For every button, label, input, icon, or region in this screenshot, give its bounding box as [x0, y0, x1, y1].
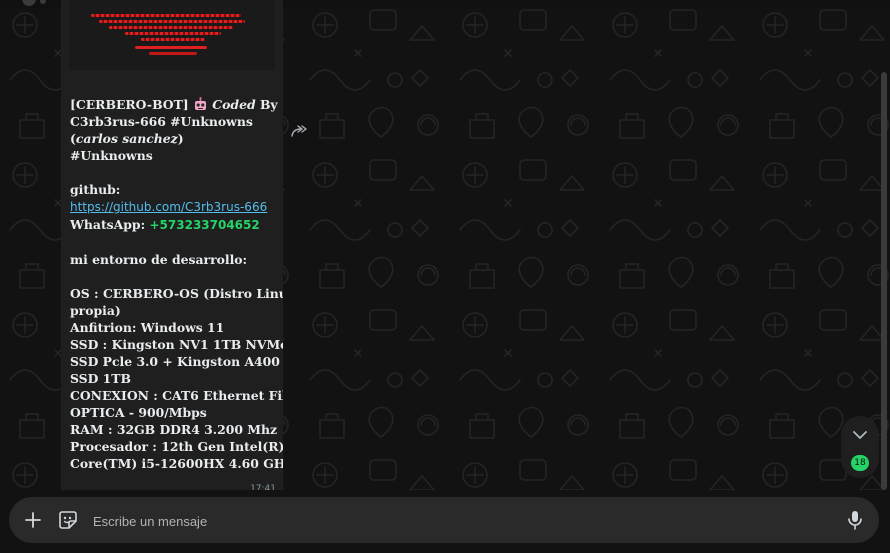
message-line: Anfitrion: Windows 11	[70, 319, 278, 336]
line-text: Anfitrion: Windows 11	[70, 320, 225, 335]
plus-icon[interactable]	[21, 508, 45, 532]
github-link[interactable]: https://github.com/C3rb3rus-666	[70, 200, 267, 214]
message-line: [CERBERO-BOT] Coded By	[70, 96, 278, 113]
message-line: SSD 1TB	[70, 370, 278, 387]
message-line: RAM : 32GB DDR4 3.200 Mhz	[70, 421, 278, 438]
message-line: SSD Pcle 3.0 + Kingston A400	[70, 353, 280, 370]
message-line: SSD : Kingston NV1 1TB NVMe	[70, 336, 283, 353]
message-line: WhatsApp: +573233704652	[70, 216, 278, 234]
line-text: )	[177, 131, 184, 146]
unread-count-badge: 18	[851, 455, 869, 471]
message-line: https://github.com/C3rb3rus-666	[70, 198, 278, 216]
line-text: Core(TM) i5-12600HX 4.60 GHz	[70, 456, 283, 471]
message-line: mi entorno de desarrollo:	[70, 251, 278, 268]
chat-scrollbar[interactable]	[881, 72, 887, 490]
line-text: Procesador : 12th Gen Intel(R)	[70, 439, 283, 454]
message-bubble[interactable]: [CERBERO-BOT] Coded By C3rb3rus-666 #Unkn…	[61, 0, 283, 500]
line-text: RAM : 32GB DDR4 3.200 Mhz	[70, 422, 278, 437]
message-line: OPTICA - 900/Mbps	[70, 404, 278, 421]
chat-background: [CERBERO-BOT] Coded By C3rb3rus-666 #Unkn…	[0, 0, 890, 553]
line-text: WhatsApp:	[70, 217, 150, 232]
message-image-banner[interactable]	[69, 0, 275, 70]
message-line: github:	[70, 181, 278, 198]
line-text: #Unknowns	[70, 148, 153, 163]
line-text: C3rb3rus-666 #Unknowns	[70, 114, 253, 129]
line-text: OPTICA - 900/Mbps	[70, 405, 207, 420]
line-text: CONEXION : CAT6 Ethernet Fibra	[70, 388, 283, 403]
italic-text: carlos sanchez	[75, 131, 178, 146]
line-text: By	[255, 97, 278, 112]
message-line: OS : CERBERO-OS (Distro Linux	[70, 285, 283, 302]
line-text: OS : CERBERO-OS (Distro Linux	[70, 286, 283, 301]
forward-icon[interactable]	[291, 124, 309, 138]
avatar-edge	[22, 0, 36, 6]
message-text: [CERBERO-BOT] Coded By C3rb3rus-666 #Unkn…	[70, 96, 283, 472]
line-text: [CERBERO-BOT]	[70, 97, 193, 112]
line-text: SSD Pcle 3.0 + Kingston A400	[70, 354, 280, 369]
message-line: CONEXION : CAT6 Ethernet Fibra	[70, 387, 283, 404]
italic-text: Coded	[207, 97, 256, 112]
phone-number-link[interactable]: +573233704652	[149, 218, 259, 232]
line-text: github:	[70, 182, 121, 197]
message-composer	[9, 497, 879, 543]
message-input[interactable]	[91, 509, 815, 533]
chevron-down-icon	[853, 431, 867, 439]
sticker-icon[interactable]	[56, 508, 80, 532]
line-text: SSD : Kingston NV1 1TB NVMe	[70, 337, 283, 352]
message-line: C3rb3rus-666 #Unknowns	[70, 113, 278, 130]
header-dot	[40, 0, 46, 4]
microphone-icon[interactable]	[843, 508, 867, 532]
message-line: (carlos sanchez)	[70, 130, 278, 147]
message-line: propia)	[70, 302, 278, 319]
robot-emoji	[193, 97, 208, 112]
message-line: Procesador : 12th Gen Intel(R)	[70, 438, 283, 455]
line-text: mi entorno de desarrollo:	[70, 252, 248, 267]
message-line: #Unknowns	[70, 147, 278, 164]
robot-emoji-icon	[194, 97, 206, 110]
line-text: propia)	[70, 303, 121, 318]
line-text: SSD 1TB	[70, 371, 131, 386]
message-line: Core(TM) i5-12600HX 4.60 GHz	[70, 455, 283, 472]
